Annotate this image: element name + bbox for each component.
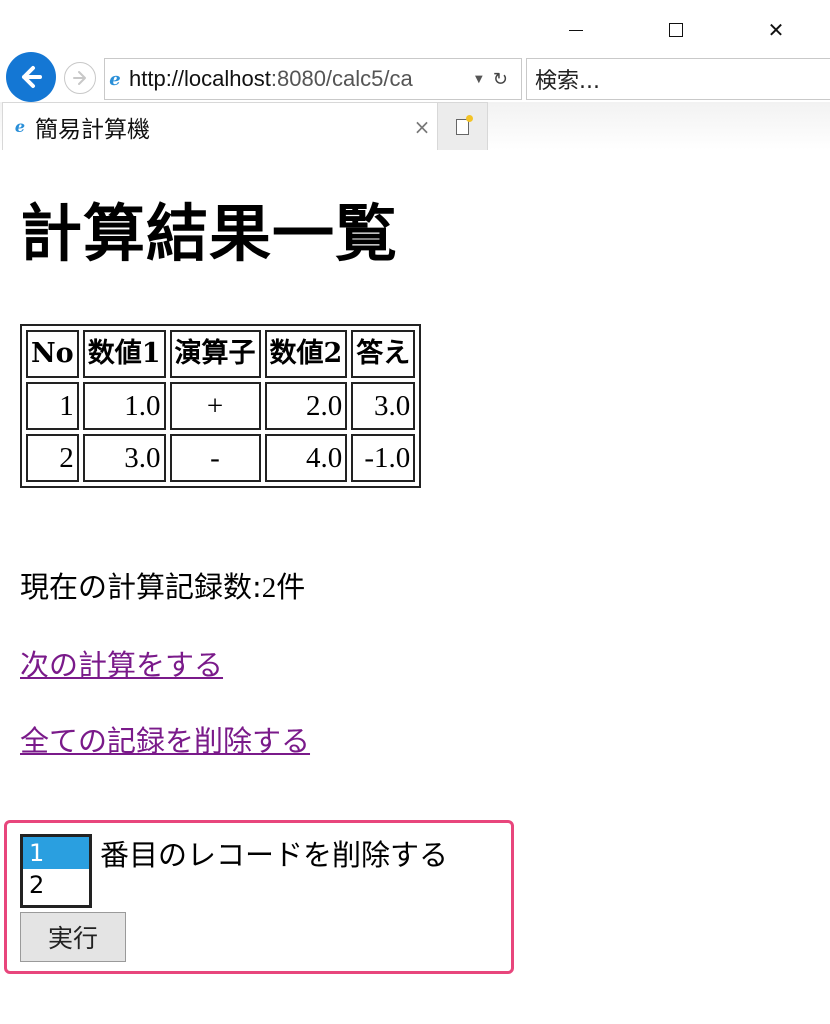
new-tab-button[interactable] [438, 102, 488, 150]
back-arrow-icon [22, 66, 42, 88]
address-dropdown-icon[interactable]: ▼ [475, 74, 483, 85]
cell-answer: 3.0 [351, 382, 416, 430]
new-tab-icon [456, 114, 473, 135]
next-calculation-link[interactable]: 次の計算をする [20, 642, 223, 684]
header-operator: 演算子 [169, 330, 261, 378]
header-value2: 数値2 [264, 330, 348, 378]
delete-record-label: 番目のレコードを削除する [100, 838, 449, 872]
address-bar[interactable]: e http://localhost:8080/calc5/ca ▼ ↻ [104, 58, 522, 100]
header-no: No [26, 330, 79, 378]
address-url-host: http://localhost [129, 66, 271, 91]
maximize-button[interactable] [658, 12, 694, 48]
cell-operator: - [169, 434, 261, 482]
listbox-option[interactable]: 1 [23, 837, 89, 869]
back-button[interactable] [6, 52, 56, 102]
record-count: 現在の計算記録数:2件 [20, 564, 305, 606]
page-title: 計算結果一覧 [20, 197, 399, 270]
table-row: 2 3.0 - 4.0 -1.0 [26, 434, 416, 482]
forward-arrow-icon [73, 71, 86, 85]
address-url[interactable]: http://localhost:8080/calc5/ca [129, 66, 469, 92]
cell-answer: -1.0 [351, 434, 416, 482]
maximize-icon [669, 23, 683, 37]
minimize-button[interactable] [558, 12, 594, 48]
forward-button[interactable] [64, 62, 96, 94]
execute-button[interactable]: 実行 [20, 912, 126, 962]
close-icon: ✕ [767, 18, 785, 42]
record-count-value: 2件 [261, 572, 306, 604]
cell-no: 1 [26, 382, 79, 430]
page-content: 計算結果一覧 No 数値1 演算子 数値2 答え 1 1.0 + 2.0 3.0… [0, 150, 830, 1024]
tab-calculator[interactable]: e 簡易計算機 × [2, 102, 438, 150]
minimize-icon [569, 29, 583, 31]
record-select-listbox[interactable]: 1 2 [20, 834, 92, 908]
address-url-rest: :8080/calc5/ca [270, 66, 413, 91]
table-header-row: No 数値1 演算子 数値2 答え [26, 330, 416, 378]
tab-title: 簡易計算機 [35, 116, 150, 143]
cell-value1: 3.0 [82, 434, 166, 482]
ie-page-icon: e [109, 68, 121, 90]
window-titlebar [0, 0, 830, 56]
tab-close-icon[interactable]: × [407, 115, 437, 139]
search-placeholder: 検索... [535, 69, 600, 94]
results-table: No 数値1 演算子 数値2 答え 1 1.0 + 2.0 3.0 2 3.0 … [20, 324, 422, 488]
cell-value2: 2.0 [264, 382, 348, 430]
cell-no: 2 [26, 434, 79, 482]
record-count-label: 現在の計算記録数: [20, 570, 262, 604]
header-value1: 数値1 [82, 330, 166, 378]
cell-value1: 1.0 [82, 382, 166, 430]
close-window-button[interactable]: ✕ [758, 12, 794, 48]
search-input[interactable]: 検索... [526, 58, 830, 100]
cell-operator: + [169, 382, 261, 430]
table-row: 1 1.0 + 2.0 3.0 [26, 382, 416, 430]
header-answer: 答え [351, 330, 416, 378]
refresh-icon[interactable]: ↻ [493, 69, 508, 90]
listbox-option[interactable]: 2 [23, 869, 89, 901]
ie-tab-icon: e [14, 117, 26, 136]
cell-value2: 4.0 [264, 434, 348, 482]
delete-all-records-link[interactable]: 全ての記録を削除する [20, 718, 310, 760]
